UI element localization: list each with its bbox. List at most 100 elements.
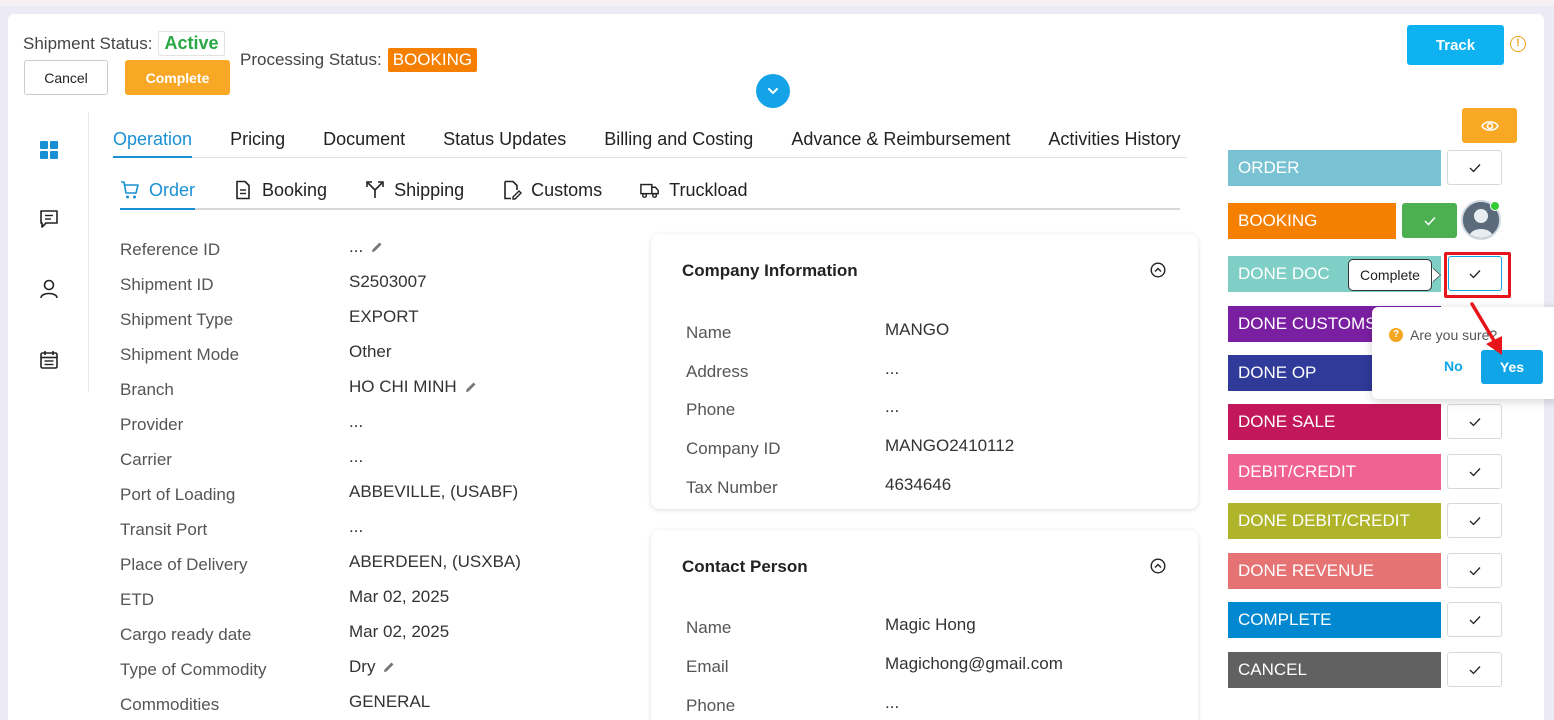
- field-value: ABBEVILLE, (USABF): [349, 482, 519, 501]
- field-shipment-mode: Shipment Mode Other: [120, 342, 620, 369]
- card-label: Name: [686, 323, 732, 342]
- card-label: Phone: [686, 696, 736, 715]
- field-value: HO CHI MINH: [349, 377, 457, 396]
- status-complete: COMPLETE: [1228, 602, 1441, 638]
- subtab-customs-label: Customs: [531, 180, 603, 200]
- cancel-button[interactable]: Cancel: [24, 60, 108, 95]
- subtab-shipping-label: Shipping: [394, 180, 465, 200]
- field-label: Commodities: [120, 695, 220, 714]
- tab-advance-reimbursement[interactable]: Advance & Reimbursement: [791, 122, 1010, 158]
- status-cancel-check-button[interactable]: [1447, 652, 1502, 687]
- field-value: EXPORT: [349, 307, 419, 326]
- collapse-toggle-button[interactable]: [756, 74, 790, 108]
- pencil-icon[interactable]: [370, 240, 384, 254]
- tab-activities-history[interactable]: Activities History: [1048, 122, 1180, 158]
- field-label: Place of Delivery: [120, 555, 248, 574]
- field-cargo-ready-date: Cargo ready date Mar 02, 2025: [120, 622, 620, 649]
- status-cancel: CANCEL: [1228, 652, 1441, 688]
- field-value: Mar 02, 2025: [349, 587, 450, 606]
- field-label: Port of Loading: [120, 485, 236, 504]
- processing-status-badge: BOOKING: [387, 48, 478, 72]
- field-label: Shipment ID: [120, 275, 214, 294]
- eye-icon: [1480, 120, 1499, 131]
- question-icon: ?: [1389, 328, 1403, 342]
- field-port-of-loading: Port of Loading ABBEVILLE, (USABF): [120, 482, 620, 509]
- status-order-check-button[interactable]: [1447, 150, 1502, 185]
- field-shipment-id: Shipment ID S2503007: [120, 272, 620, 299]
- info-icon[interactable]: !: [1510, 36, 1526, 52]
- cart-icon: [121, 181, 139, 199]
- subtab-order-label: Order: [149, 180, 196, 200]
- tab-billing-costing[interactable]: Billing and Costing: [604, 122, 753, 158]
- field-transit-port: Transit Port ...: [120, 517, 620, 544]
- chevron-down-icon: [768, 88, 778, 95]
- chevron-up-circle-icon[interactable]: [1150, 262, 1166, 278]
- field-etd: ETD Mar 02, 2025: [120, 587, 620, 614]
- user-icon[interactable]: [38, 278, 60, 300]
- subtab-order[interactable]: Order: [120, 176, 196, 210]
- field-value: Other: [349, 342, 392, 361]
- tab-pricing[interactable]: Pricing: [230, 122, 285, 158]
- top-strip: [0, 0, 1554, 6]
- card-value: ...: [885, 359, 900, 378]
- pencil-icon[interactable]: [382, 660, 396, 674]
- status-done-debit-credit: DONE DEBIT/CREDIT: [1228, 503, 1441, 539]
- field-label: ETD: [120, 590, 154, 609]
- card-value: ...: [885, 693, 900, 712]
- highlight-box: [1444, 252, 1511, 298]
- field-value: ...: [349, 447, 364, 466]
- contact-person-card: Contact Person Name Magic Hong Email Magic…: [651, 530, 1198, 720]
- status-done-revenue-check-button[interactable]: [1447, 553, 1502, 588]
- pencil-icon[interactable]: [464, 380, 478, 394]
- processing-status-label: Processing Status:: [240, 50, 382, 69]
- status-booking-done-button[interactable]: [1402, 203, 1457, 238]
- tooltip-arrow: [1432, 268, 1440, 282]
- field-value-wrap: HO CHI MINH: [349, 377, 478, 397]
- card-row: Name MANGO: [686, 320, 1186, 347]
- field-value: ...: [349, 412, 364, 431]
- field-value: Dry: [349, 657, 376, 676]
- tab-document[interactable]: Document: [323, 122, 405, 158]
- status-debit-credit: DEBIT/CREDIT: [1228, 454, 1441, 490]
- card-label: Tax Number: [686, 478, 778, 497]
- dashboard-icon[interactable]: [38, 139, 60, 161]
- field-reference-id: Reference ID ...: [120, 237, 620, 264]
- subtab-truckload[interactable]: Truckload: [640, 176, 748, 210]
- card-row: Phone...: [686, 397, 1186, 424]
- complete-button[interactable]: Complete: [125, 60, 230, 95]
- confirm-no-button[interactable]: No: [1444, 358, 1463, 374]
- calendar-icon[interactable]: [38, 349, 60, 371]
- check-icon: [1423, 216, 1436, 226]
- subtab-truckload-label: Truckload: [669, 180, 748, 200]
- field-label: Type of Commodity: [120, 660, 267, 679]
- message-icon[interactable]: [38, 208, 60, 230]
- field-type-of-commodity: Type of Commodity Dry: [120, 657, 620, 684]
- subtab-customs[interactable]: Customs: [502, 176, 602, 210]
- chevron-up-circle-icon[interactable]: [1150, 558, 1166, 574]
- subtab-shipping[interactable]: Shipping: [365, 176, 464, 210]
- field-value: ABERDEEN, (USXBA): [349, 552, 521, 571]
- field-value-wrap: ...: [349, 237, 384, 257]
- field-label: Cargo ready date: [120, 625, 252, 644]
- status-debit-credit-check-button[interactable]: [1447, 454, 1502, 489]
- status-booking: BOOKING: [1228, 203, 1396, 239]
- online-status-dot: [1490, 201, 1500, 211]
- shipment-status: Shipment Status: Active: [23, 31, 225, 56]
- card-row: Email Magichong@gmail.com: [686, 654, 1186, 681]
- check-icon: [1469, 516, 1480, 525]
- status-done-sale-check-button[interactable]: [1447, 404, 1502, 439]
- tab-status-updates[interactable]: Status Updates: [443, 122, 566, 158]
- shipment-status-badge: Active: [158, 31, 225, 56]
- track-button[interactable]: Track: [1407, 25, 1504, 65]
- card-row: Phone...: [686, 693, 1186, 720]
- tab-operation[interactable]: Operation: [113, 122, 193, 158]
- field-label: Carrier: [120, 450, 172, 469]
- status-done-debit-credit-check-button[interactable]: [1447, 503, 1502, 538]
- status-complete-check-button[interactable]: [1447, 602, 1502, 637]
- field-value: GENERAL: [349, 692, 431, 711]
- left-sidebar: [22, 112, 89, 392]
- field-place-of-delivery: Place of Delivery ABERDEEN, (USXBA): [120, 552, 620, 579]
- subtab-booking[interactable]: Booking: [233, 176, 327, 210]
- view-button[interactable]: [1462, 108, 1517, 143]
- red-arrow-icon: [1470, 302, 1502, 355]
